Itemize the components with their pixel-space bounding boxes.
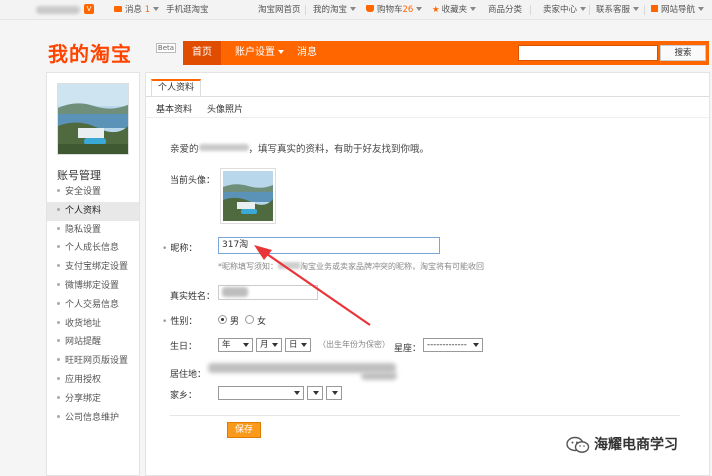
annotation-arrow-icon [254, 245, 371, 326]
wechat-icon [566, 436, 590, 453]
watermark-text: 海耀电商学习 [594, 437, 678, 453]
watermark: 海耀电商学习 [566, 432, 712, 456]
